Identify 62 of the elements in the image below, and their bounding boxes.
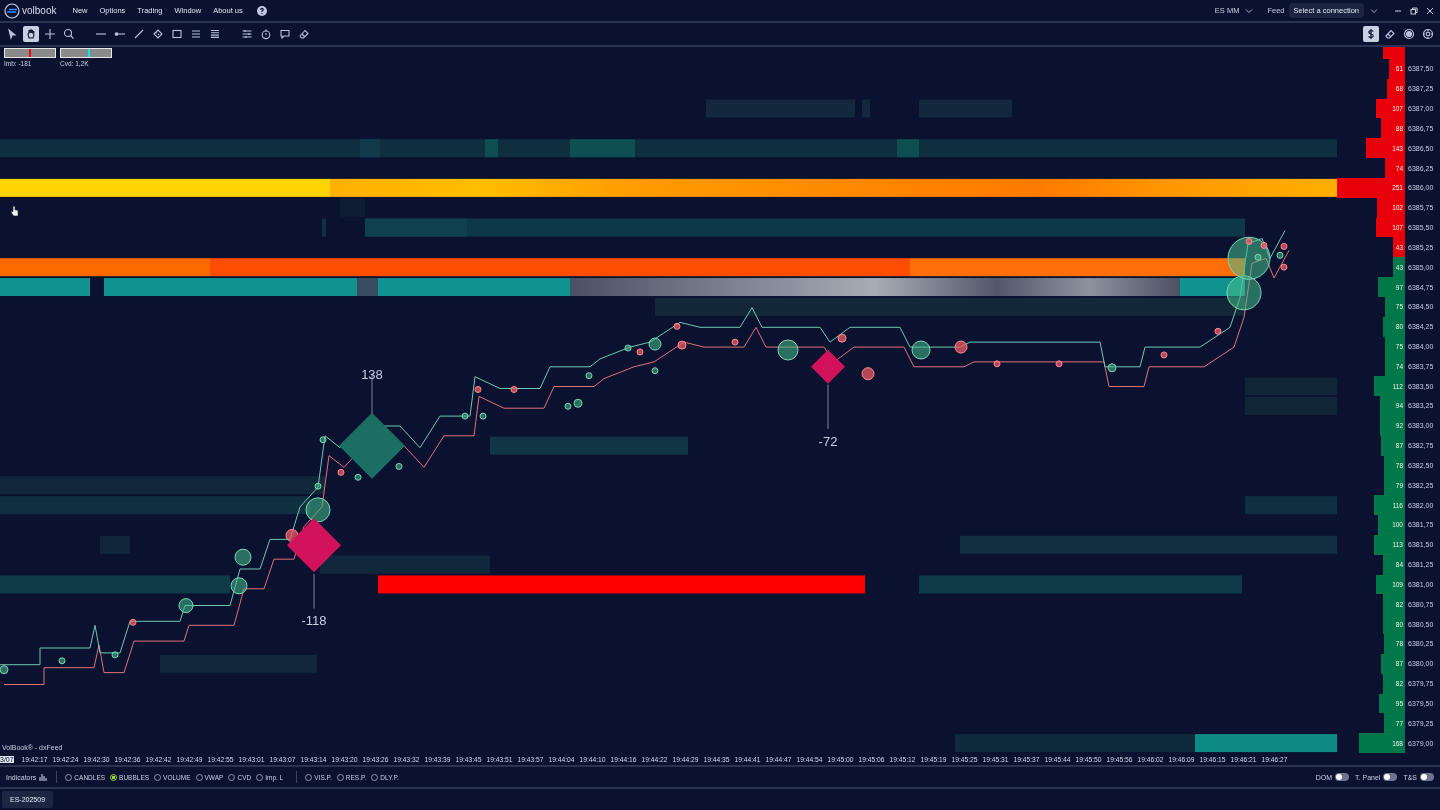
panel-toggle[interactable] <box>1383 773 1398 781</box>
buy-bubble <box>319 436 327 444</box>
bar-chart-icon <box>39 773 49 781</box>
buy-bubble <box>651 367 659 375</box>
buy-bubble <box>585 372 593 380</box>
buy-bubble <box>354 473 362 481</box>
sell-bubble <box>636 348 644 356</box>
close-icon[interactable] <box>1426 6 1434 15</box>
buy-bubble <box>624 344 632 352</box>
buy-bubble <box>648 337 662 351</box>
buy-bubble <box>230 577 248 595</box>
sell-bubble <box>861 367 875 381</box>
record-icon[interactable] <box>1401 26 1417 42</box>
sell-bubble <box>1160 351 1168 359</box>
sell-bubble <box>993 360 1001 368</box>
buy-bubble <box>461 412 469 420</box>
buy-bubble <box>178 598 194 614</box>
buy-bubble <box>314 482 322 490</box>
trade-volume-label: -118 <box>301 613 327 629</box>
trade-volume-label: 138 <box>361 366 383 382</box>
sell-bubble <box>1055 360 1063 368</box>
sell-bubble <box>510 386 518 393</box>
sell-bubble <box>129 618 137 626</box>
caret-icon <box>1245 7 1254 14</box>
sell-bubble <box>837 333 847 343</box>
buy-bubble <box>58 657 66 665</box>
buy-bubble <box>234 548 252 566</box>
leader-line <box>827 384 829 430</box>
leader-line <box>313 573 315 609</box>
buy-bubble <box>479 412 487 420</box>
volume-bar <box>1383 47 1405 59</box>
buy-bubble <box>305 497 331 523</box>
buy-bubble <box>111 651 119 659</box>
buy-bubble <box>395 462 403 470</box>
sell-bubble <box>1280 263 1288 271</box>
logo-text: volbook <box>22 5 57 16</box>
sell-bubble <box>954 340 968 354</box>
buy-bubble <box>1276 251 1284 259</box>
logo-icon <box>4 2 20 19</box>
help-icon[interactable] <box>256 5 267 16</box>
buy-bubble <box>1107 363 1117 373</box>
leader-line <box>371 373 373 415</box>
buy-bubble <box>1226 275 1262 311</box>
sell-bubble <box>673 322 681 330</box>
restore-icon[interactable] <box>1410 6 1418 15</box>
panel-toggle[interactable] <box>1420 773 1434 781</box>
sell-bubble <box>1280 242 1288 250</box>
sell-bubble <box>337 468 345 476</box>
sell-bubble <box>1214 327 1222 335</box>
dollar-icon[interactable] <box>1363 26 1379 42</box>
buy-bubble <box>777 339 799 361</box>
trade-volume-label: -72 <box>818 433 838 449</box>
sell-bubble <box>731 338 739 346</box>
buy-bubble <box>0 665 9 675</box>
hand-cursor-icon <box>10 205 19 217</box>
buy-bubble <box>911 340 931 360</box>
hand-tool-icon[interactable] <box>23 26 39 42</box>
crosshair-tool-icon[interactable] <box>42 26 58 42</box>
caret-icon[interactable] <box>1370 7 1378 14</box>
gear-icon[interactable] <box>1420 26 1436 42</box>
sell-bubble <box>474 386 482 393</box>
panel-toggle[interactable] <box>1335 773 1350 781</box>
